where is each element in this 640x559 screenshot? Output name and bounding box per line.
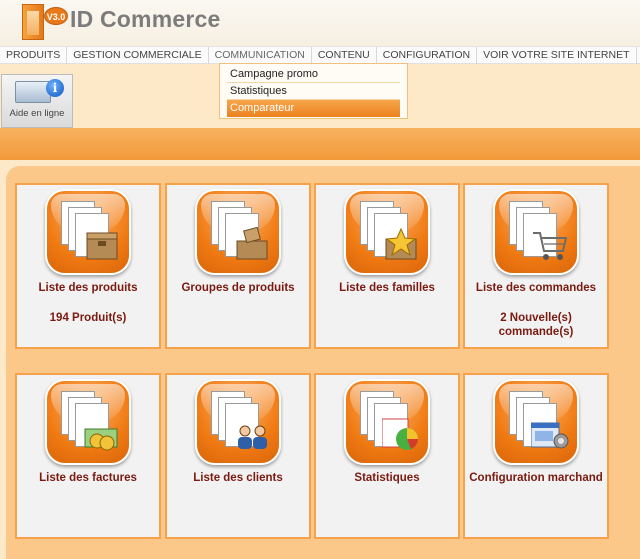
brand-title: ID Commerce <box>70 6 221 32</box>
menu-produits[interactable]: PRODUITS <box>0 47 68 64</box>
dropdown-item-statistiques[interactable]: Statistiques <box>227 83 400 100</box>
customers-icon <box>195 379 281 465</box>
version-badge: V3.0 <box>44 7 68 25</box>
menu-communication[interactable]: COMMUNICATION <box>209 47 312 64</box>
main-menu: PRODUITS GESTION COMMERCIALE COMMUNICATI… <box>0 46 640 64</box>
card-liste-clients[interactable]: Liste des clients <box>165 373 311 539</box>
menu-contenu[interactable]: CONTENU <box>312 47 377 64</box>
card-subtitle: 2 Nouvelle(s) commande(s) <box>498 312 574 338</box>
card-title: Groupes de produits <box>181 282 295 294</box>
card-liste-produits[interactable]: Liste des produits 194 Produit(s) <box>15 183 161 349</box>
card-title: Liste des familles <box>339 282 435 294</box>
communication-dropdown: Campagne promo Statistiques Comparateur <box>219 63 408 119</box>
logo-icon <box>22 4 44 40</box>
card-title: Liste des produits <box>38 282 138 294</box>
menu-voir-site[interactable]: VOIR VOTRE SITE INTERNET <box>477 47 637 64</box>
help-button[interactable]: i Aide en ligne <box>1 74 73 128</box>
orange-banner <box>0 128 640 160</box>
card-groupes-produits[interactable]: Groupes de produits <box>165 183 311 349</box>
card-configuration-marchand[interactable]: Configuration marchand <box>463 373 609 539</box>
card-title: Liste des factures <box>39 472 137 484</box>
dropdown-item-campagne-promo[interactable]: Campagne promo <box>227 66 400 83</box>
card-liste-familles[interactable]: Liste des familles <box>314 183 460 349</box>
pie-chart-icon <box>344 379 430 465</box>
card-liste-commandes[interactable]: Liste des commandes 2 Nouvelle(s) comman… <box>463 183 609 349</box>
card-subtitle: 194 Produit(s) <box>49 312 127 324</box>
card-title: Liste des clients <box>193 472 283 484</box>
dropdown-item-comparateur[interactable]: Comparateur <box>227 100 400 117</box>
card-title: Liste des commandes <box>475 282 597 294</box>
menu-configuration[interactable]: CONFIGURATION <box>377 47 478 64</box>
family-star-icon <box>344 189 430 275</box>
help-label: Aide en ligne <box>9 108 65 119</box>
info-icon: i <box>46 79 64 97</box>
card-liste-factures[interactable]: Liste des factures <box>15 373 161 539</box>
header: V3.0 ID Commerce <box>0 0 640 46</box>
shopping-cart-icon <box>493 189 579 275</box>
product-group-icon <box>195 189 281 275</box>
card-statistiques[interactable]: Statistiques <box>314 373 460 539</box>
settings-gear-icon <box>493 379 579 465</box>
invoice-money-icon <box>45 379 131 465</box>
menu-gestion-commerciale[interactable]: GESTION COMMERCIALE <box>67 47 209 64</box>
card-title: Statistiques <box>354 472 420 484</box>
card-title: Configuration marchand <box>469 472 603 484</box>
product-box-icon <box>45 189 131 275</box>
